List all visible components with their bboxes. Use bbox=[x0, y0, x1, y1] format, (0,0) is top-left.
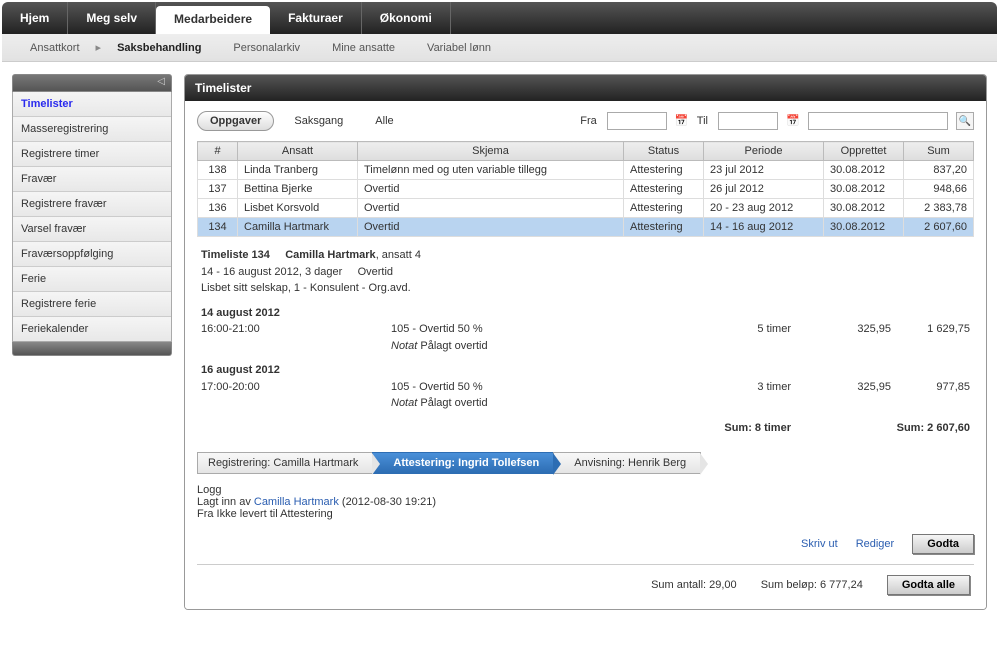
workflow: Registrering: Camilla HartmarkAttesterin… bbox=[197, 452, 974, 474]
col-sum[interactable]: Sum bbox=[904, 142, 974, 161]
detail-period: 14 - 16 august 2012, 3 dager bbox=[201, 266, 342, 278]
sidebar: TimelisterMasseregistreringRegistrere ti… bbox=[12, 74, 172, 610]
note-label: Notat bbox=[391, 340, 417, 352]
note-label: Notat bbox=[391, 397, 417, 409]
subnav-variabel-lonn[interactable]: Variabel lønn bbox=[411, 42, 507, 54]
col-ansatt[interactable]: Ansatt bbox=[238, 142, 358, 161]
sidebar-item[interactable]: Fraværsoppfølging bbox=[13, 242, 171, 267]
log-section: Logg Lagt inn av Camilla Hartmark (2012-… bbox=[197, 484, 974, 520]
fra-input[interactable] bbox=[607, 112, 667, 130]
table-row[interactable]: 134Camilla HartmarkOvertidAttestering14 … bbox=[198, 218, 974, 237]
day-hours: 5 timer bbox=[671, 321, 791, 338]
day-hours: 3 timer bbox=[671, 379, 791, 396]
sidebar-collapse-button[interactable] bbox=[12, 74, 172, 92]
calendar-icon[interactable]: 📅 bbox=[786, 114, 800, 128]
detail-actions: Skriv ut Rediger Godta bbox=[197, 534, 974, 554]
sidebar-item[interactable]: Registrere fravær bbox=[13, 192, 171, 217]
detail-org: Lisbet sitt selskap, 1 - Konsulent - Org… bbox=[201, 280, 970, 297]
col-status[interactable]: Status bbox=[624, 142, 704, 161]
sidebar-item[interactable]: Timelister bbox=[13, 92, 171, 117]
note-text: Pålagt overtid bbox=[420, 340, 487, 352]
toolbar: Oppgaver Saksgang Alle Fra 📅 Til 📅 🔍 bbox=[197, 111, 974, 131]
detail-scheme: Overtid bbox=[358, 266, 393, 278]
day-rate: 325,95 bbox=[791, 379, 891, 396]
calendar-icon[interactable]: 📅 bbox=[675, 114, 689, 128]
note-text: Pålagt overtid bbox=[420, 397, 487, 409]
tab-hjem[interactable]: Hjem bbox=[2, 2, 68, 34]
content-title: Timelister bbox=[185, 75, 986, 101]
day-amount: 977,85 bbox=[891, 379, 970, 396]
footer: Sum antall: 29,00 Sum beløp: 6 777,24 Go… bbox=[197, 564, 974, 599]
log-user-link[interactable]: Camilla Hartmark bbox=[254, 496, 339, 508]
workflow-step[interactable]: Registrering: Camilla Hartmark bbox=[197, 452, 373, 474]
subnav-mine-ansatte[interactable]: Mine ansatte bbox=[316, 42, 411, 54]
detail-employee-suffix: , ansatt 4 bbox=[376, 249, 421, 261]
sub-nav: Ansattkort ▸ Saksbehandling Personalarki… bbox=[2, 34, 997, 62]
sum-belop: Sum beløp: 6 777,24 bbox=[761, 579, 863, 591]
day-time: 17:00-20:00 bbox=[201, 379, 391, 396]
sum-antall: Sum antall: 29,00 bbox=[651, 579, 737, 591]
detail-employee: Camilla Hartmark bbox=[285, 249, 376, 261]
search-button[interactable]: 🔍 bbox=[956, 112, 974, 130]
workflow-step[interactable]: Anvisning: Henrik Berg bbox=[553, 452, 701, 474]
tab-alle[interactable]: Alle bbox=[363, 112, 405, 130]
subnav-ansattkort[interactable]: Ansattkort bbox=[14, 42, 96, 54]
print-link[interactable]: Skriv ut bbox=[801, 538, 838, 550]
tab-fakturaer[interactable]: Fakturaer bbox=[270, 2, 362, 34]
timesheet-detail: Timeliste 134 Camilla Hartmark, ansatt 4… bbox=[197, 237, 974, 442]
day-time: 16:00-21:00 bbox=[201, 321, 391, 338]
tab-okonomi[interactable]: Økonomi bbox=[362, 2, 451, 34]
sidebar-item[interactable]: Ferie bbox=[13, 267, 171, 292]
top-nav: Hjem Meg selv Medarbeidere Fakturaer Øko… bbox=[2, 2, 997, 34]
sidebar-item[interactable]: Registrere ferie bbox=[13, 292, 171, 317]
tab-saksgang[interactable]: Saksgang bbox=[282, 112, 355, 130]
table-row[interactable]: 137Bettina BjerkeOvertidAttestering26 ju… bbox=[198, 180, 974, 199]
sidebar-item[interactable]: Registrere timer bbox=[13, 142, 171, 167]
subnav-saksbehandling[interactable]: Saksbehandling bbox=[101, 42, 217, 54]
sidebar-item[interactable]: Feriekalender bbox=[13, 317, 171, 341]
content-panel: Timelister Oppgaver Saksgang Alle Fra 📅 … bbox=[184, 74, 987, 610]
col-skjema[interactable]: Skjema bbox=[358, 142, 624, 161]
til-input[interactable] bbox=[718, 112, 778, 130]
sum-hours: Sum: 8 timer bbox=[671, 420, 791, 437]
accept-all-button[interactable]: Godta alle bbox=[887, 575, 970, 595]
tab-medarbeidere[interactable]: Medarbeidere bbox=[156, 6, 270, 34]
sum-amount: Sum: 2 607,60 bbox=[891, 420, 970, 437]
detail-id: Timeliste 134 bbox=[201, 249, 270, 261]
sidebar-footer bbox=[12, 342, 172, 356]
day-rate: 325,95 bbox=[791, 321, 891, 338]
tab-meg-selv[interactable]: Meg selv bbox=[68, 2, 156, 34]
fra-label: Fra bbox=[580, 115, 597, 127]
col-num[interactable]: # bbox=[198, 142, 238, 161]
log-line2: Fra Ikke levert til Attestering bbox=[197, 508, 974, 520]
day-date: 16 august 2012 bbox=[201, 362, 970, 379]
table-row[interactable]: 136Lisbet KorsvoldOvertidAttestering20 -… bbox=[198, 199, 974, 218]
sidebar-item[interactable]: Varsel fravær bbox=[13, 217, 171, 242]
workflow-step[interactable]: Attestering: Ingrid Tollefsen bbox=[372, 452, 554, 474]
timesheet-table: # Ansatt Skjema Status Periode Opprettet… bbox=[197, 141, 974, 237]
subnav-personalarkiv[interactable]: Personalarkiv bbox=[217, 42, 316, 54]
til-label: Til bbox=[697, 115, 708, 127]
table-row[interactable]: 138Linda TranbergTimelønn med og uten va… bbox=[198, 161, 974, 180]
day-code: 105 - Overtid 50 % bbox=[391, 379, 671, 396]
accept-button[interactable]: Godta bbox=[912, 534, 974, 554]
edit-link[interactable]: Rediger bbox=[856, 538, 895, 550]
col-opprettet[interactable]: Opprettet bbox=[824, 142, 904, 161]
col-periode[interactable]: Periode bbox=[704, 142, 824, 161]
tab-oppgaver[interactable]: Oppgaver bbox=[197, 111, 274, 131]
day-amount: 1 629,75 bbox=[891, 321, 970, 338]
search-input[interactable] bbox=[808, 112, 948, 130]
day-code: 105 - Overtid 50 % bbox=[391, 321, 671, 338]
sidebar-item[interactable]: Fravær bbox=[13, 167, 171, 192]
log-title: Logg bbox=[197, 484, 974, 496]
day-date: 14 august 2012 bbox=[201, 305, 970, 322]
sidebar-item[interactable]: Masseregistrering bbox=[13, 117, 171, 142]
